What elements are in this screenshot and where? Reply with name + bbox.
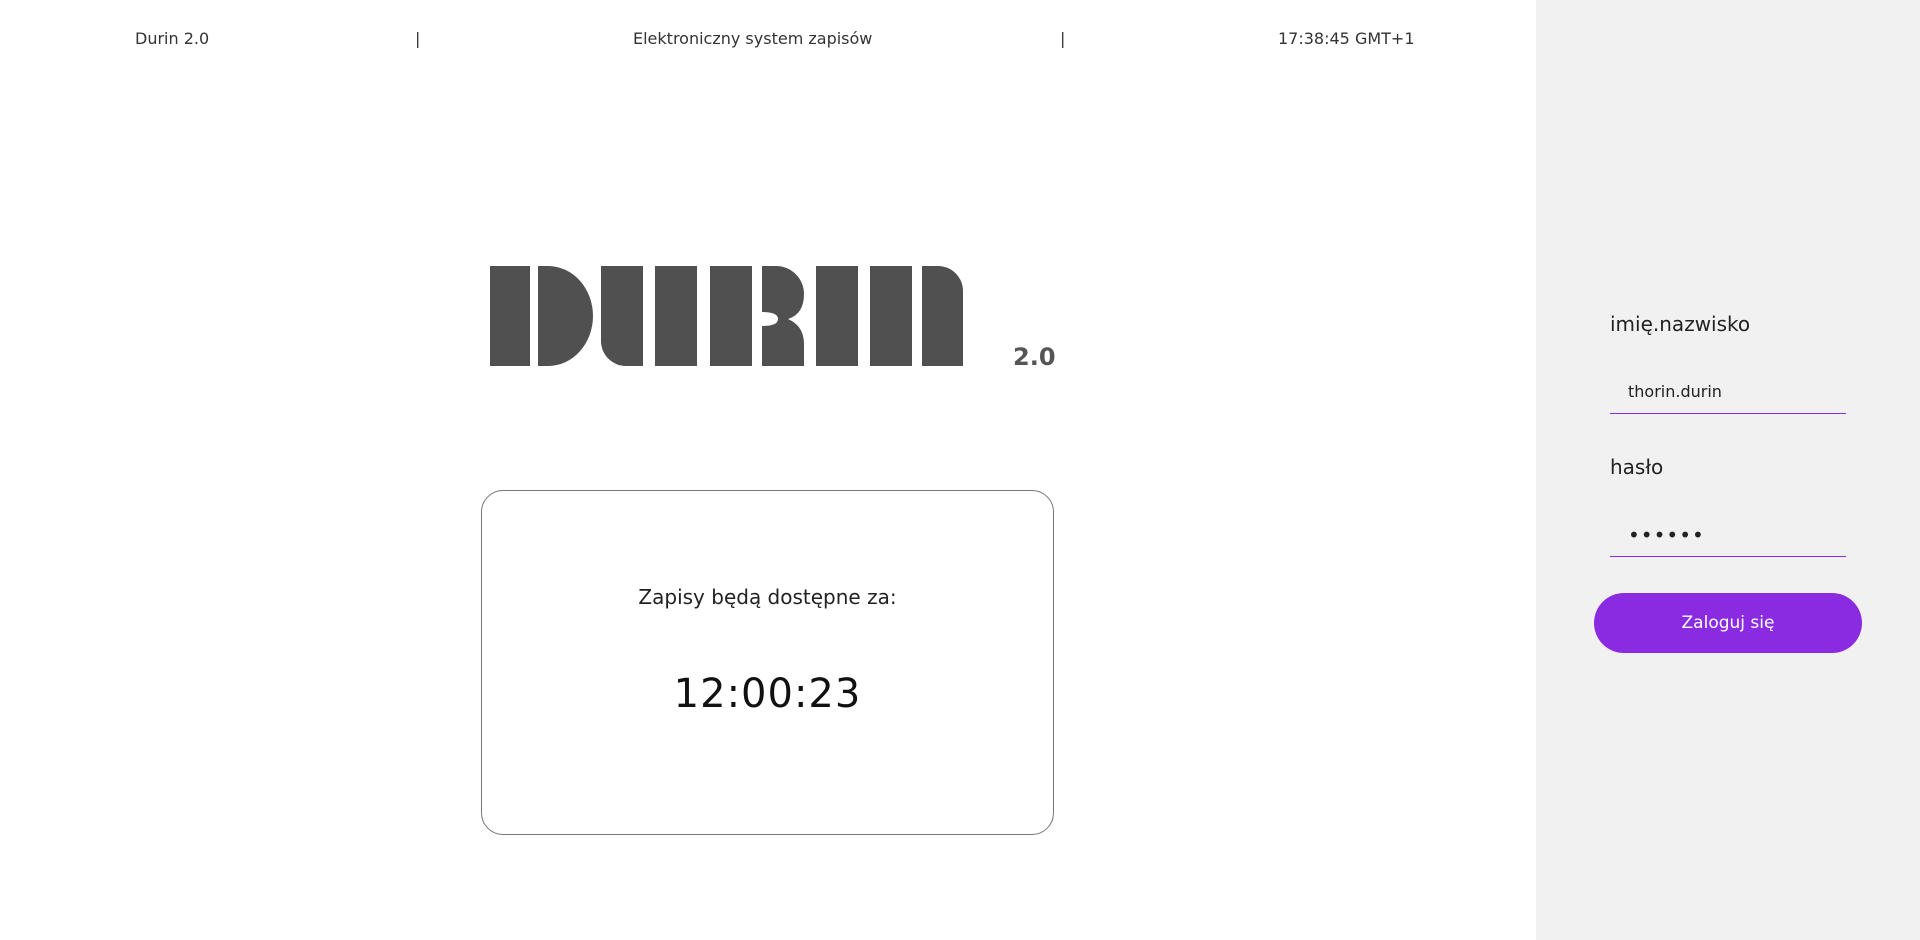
app-subtitle: Elektroniczny system zapisów [633,29,873,48]
logo-version: 2.0 [1013,343,1056,371]
password-input[interactable] [1610,513,1846,557]
username-input[interactable] [1610,370,1846,414]
topbar-separator: | [1060,29,1066,48]
countdown-timer: 12:00:23 [673,671,862,717]
login-button[interactable]: Zaloguj się [1594,593,1862,653]
topbar-separator: | [415,29,421,48]
main-area: Durin 2.0 | Elektroniczny system zapisów… [0,0,1536,940]
login-sidebar [1536,0,1920,940]
countdown-box: Zapisy będą dostępne za: 12:00:23 [481,490,1054,835]
clock: 17:38:45 GMT+1 [1278,29,1415,48]
username-label: imię.nazwisko [1610,312,1751,336]
app-name: Durin 2.0 [135,29,210,48]
countdown-label: Zapisy będą dostępne za: [638,585,897,609]
page: Durin 2.0 | Elektroniczny system zapisów… [0,0,1920,940]
durin-logo [490,266,963,366]
password-label: hasło [1610,455,1664,479]
